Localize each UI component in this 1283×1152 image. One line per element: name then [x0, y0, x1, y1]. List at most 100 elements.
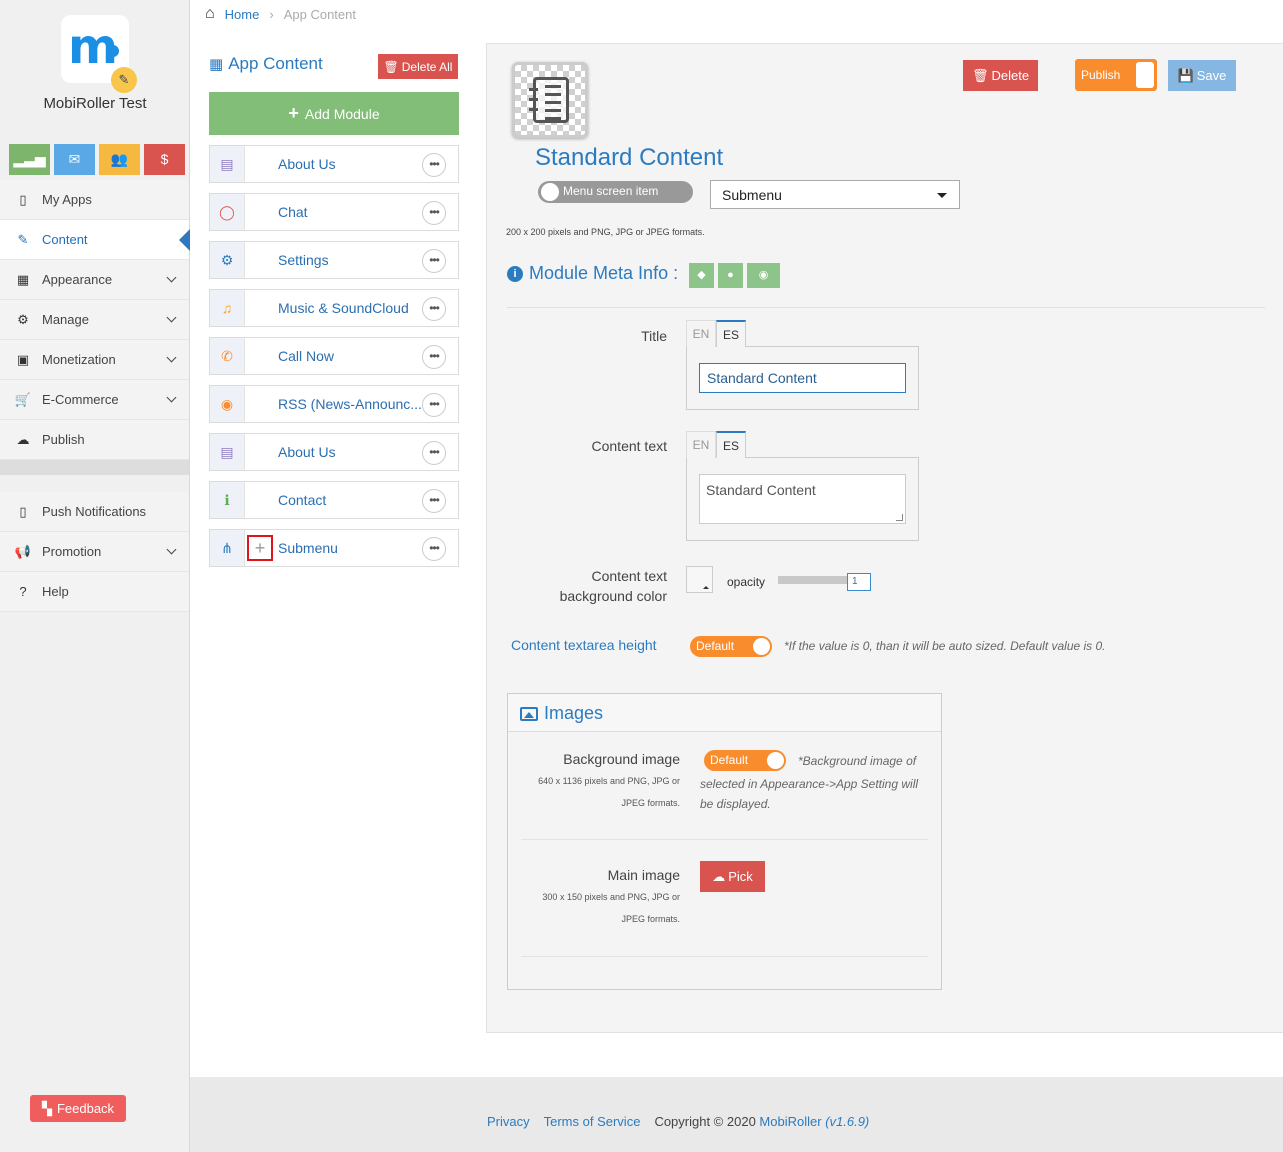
more-options-icon[interactable]: •••: [422, 489, 446, 513]
add-submodule-plus-icon[interactable]: +: [247, 535, 273, 561]
sidebar-item-monetization[interactable]: ▣ Monetization: [0, 340, 189, 380]
module-list-item[interactable]: ⚙ Settings •••: [209, 241, 459, 279]
more-options-icon[interactable]: •••: [422, 345, 446, 369]
gears-icon: ⚙: [17, 311, 29, 327]
bg-image-hint-line1: 640 x 1136 pixels and PNG, JPG or: [538, 776, 680, 786]
sidebar-item-publish[interactable]: ☁ Publish: [0, 420, 189, 460]
music-icon: ♫: [210, 290, 245, 326]
pick-image-button[interactable]: ☁ Pick: [700, 861, 765, 892]
textarea-height-note: *If the value is 0, than it will be auto…: [784, 639, 1106, 653]
money-icon: ▣: [16, 351, 30, 367]
add-module-label: Add Module: [304, 105, 380, 122]
module-type-select[interactable]: Submenu: [710, 180, 960, 209]
opacity-value[interactable]: 1: [847, 573, 871, 591]
content-lang-tabs: EN ES: [686, 431, 746, 458]
title-input[interactable]: Standard Content: [699, 363, 906, 393]
brand-link[interactable]: MobiRoller: [759, 1114, 821, 1129]
tab-es[interactable]: ES: [716, 320, 746, 347]
module-list-item[interactable]: ✆ Call Now •••: [209, 337, 459, 375]
module-list-item[interactable]: ▤ About Us •••: [209, 145, 459, 183]
module-list-item[interactable]: ◯ Chat •••: [209, 193, 459, 231]
building-icon: ▤: [210, 434, 245, 470]
divider: [521, 956, 928, 957]
feedback-button[interactable]: ▚ Feedback: [30, 1095, 126, 1122]
sidebar-item-label: Promotion: [42, 544, 102, 559]
opacity-slider[interactable]: [778, 576, 848, 584]
module-label: Submenu: [278, 540, 338, 556]
sidebar-item-my-apps[interactable]: ▯ My Apps: [0, 180, 189, 220]
signal-icon: ▂▃▅: [13, 151, 46, 167]
tab-es[interactable]: ES: [716, 431, 746, 458]
quick-buttons: ▂▃▅ ✉ 👥 $: [9, 144, 185, 175]
delete-all-button[interactable]: 🗑 Delete All: [378, 54, 458, 79]
home-icon[interactable]: ⌂: [205, 5, 215, 23]
tab-en[interactable]: EN: [686, 431, 716, 458]
edit-icon: ✎: [17, 231, 29, 247]
add-module-button[interactable]: + Add Module: [209, 92, 459, 135]
pencil-icon[interactable]: ✎: [111, 67, 137, 93]
apple-icon[interactable]: ●: [718, 263, 743, 288]
color-picker[interactable]: [686, 566, 713, 593]
module-list-item[interactable]: ⋔ Submenu + •••: [209, 529, 459, 567]
textarea-height-toggle[interactable]: Default: [690, 636, 772, 657]
more-options-icon[interactable]: •••: [422, 153, 446, 177]
stats-quick-button[interactable]: ▂▃▅: [9, 144, 50, 175]
bullhorn-icon: 📢: [14, 543, 32, 559]
privacy-link[interactable]: Privacy: [487, 1114, 530, 1129]
content-text-textarea[interactable]: Standard Content: [699, 474, 906, 524]
caret-down-icon: [937, 193, 947, 198]
publish-toggle[interactable]: Publish: [1075, 59, 1157, 91]
save-button[interactable]: 💾 Save: [1168, 60, 1236, 91]
module-list-item[interactable]: ♫ Music & SoundCloud •••: [209, 289, 459, 327]
publish-label: Publish: [1081, 68, 1121, 82]
trash-icon: 🗑: [383, 59, 399, 74]
sidebar-item-help[interactable]: ? Help: [0, 572, 189, 612]
sidebar-item-promotion[interactable]: 📢 Promotion: [0, 532, 189, 572]
tab-en[interactable]: EN: [686, 320, 716, 347]
sidebar-item-appearance[interactable]: ▦ Appearance: [0, 260, 189, 300]
divider: [521, 839, 928, 840]
sidebar-item-label: Publish: [42, 432, 85, 447]
app-logo[interactable]: m ✎: [61, 15, 137, 93]
delete-button[interactable]: 🗑 Delete: [963, 60, 1038, 91]
more-options-icon[interactable]: •••: [422, 393, 446, 417]
module-items: ▤ About Us ••• ◯ Chat ••• ⚙ Settings ••• ♫ Music &…: [209, 145, 459, 567]
menu-screen-item-toggle[interactable]: Menu screen item: [538, 181, 693, 203]
sidebar-item-manage[interactable]: ⚙ Manage: [0, 300, 189, 340]
android-icon[interactable]: ◆: [689, 263, 714, 288]
more-options-icon[interactable]: •••: [422, 537, 446, 561]
more-options-icon[interactable]: •••: [422, 201, 446, 225]
resize-grip-icon[interactable]: [896, 514, 903, 521]
logo-dot: [107, 45, 119, 57]
module-title: Standard Content: [535, 144, 724, 171]
module-meta-info-header: i Module Meta Info :: [507, 263, 678, 284]
terms-link[interactable]: Terms of Service: [544, 1114, 641, 1129]
mail-quick-button[interactable]: ✉: [54, 144, 95, 175]
images-header: Images: [508, 694, 941, 732]
users-quick-button[interactable]: 👥: [99, 144, 140, 175]
sidebar-item-label: Monetization: [42, 352, 116, 367]
main-image-hint: 300 x 150 pixels and PNG, JPG or JPEG fo…: [518, 886, 680, 930]
module-list-item[interactable]: ▤ About Us •••: [209, 433, 459, 471]
sidebar-item-label: Appearance: [42, 272, 113, 287]
question-icon: ?: [19, 584, 27, 599]
bg-color-label: Content text background color: [507, 566, 667, 606]
footer: Privacy Terms of Service Copyright © 202…: [190, 1077, 1283, 1152]
sidebar-item-push[interactable]: ▯ Push Notifications: [0, 492, 189, 532]
billing-quick-button[interactable]: $: [144, 144, 185, 175]
module-list-item[interactable]: ℹ Contact •••: [209, 481, 459, 519]
breadcrumb-home[interactable]: Home: [225, 7, 260, 22]
module-icon-preview[interactable]: [512, 62, 588, 138]
more-options-icon[interactable]: •••: [422, 297, 446, 321]
comment-icon: ▚: [41, 1100, 52, 1116]
sidebar-item-ecommerce[interactable]: 🛒 E-Commerce: [0, 380, 189, 420]
more-options-icon[interactable]: •••: [422, 441, 446, 465]
bg-image-toggle[interactable]: Default: [704, 750, 786, 771]
more-options-icon[interactable]: •••: [422, 249, 446, 273]
picture-icon: [520, 706, 538, 721]
module-label: Music & SoundCloud: [278, 300, 409, 316]
eye-icon[interactable]: ◉: [747, 263, 780, 288]
bg-image-hint-line2: JPEG formats.: [621, 798, 680, 808]
module-list-item[interactable]: ◉ RSS (News-Announc... •••: [209, 385, 459, 423]
sidebar-item-content[interactable]: ✎ Content: [0, 220, 190, 260]
